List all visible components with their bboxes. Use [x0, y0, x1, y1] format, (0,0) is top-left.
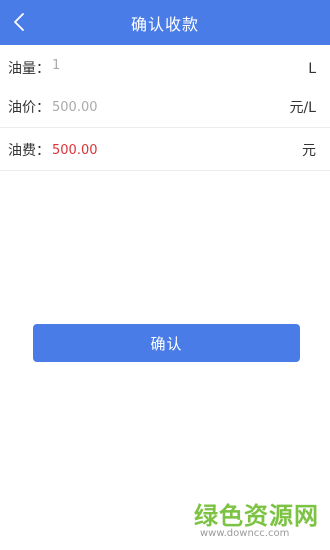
cost-value: 500.00 — [52, 143, 98, 158]
volume-row: 油量： 1 L — [0, 49, 330, 89]
price-value: 500.00 — [52, 100, 98, 115]
app-header: 确认收款 — [0, 0, 330, 45]
cost-unit: 元 — [302, 143, 316, 159]
volume-unit: L — [308, 61, 316, 77]
volume-label: 油量： — [8, 61, 50, 77]
watermark-url: www.downcc.com — [200, 528, 290, 539]
price-unit: 元/L — [289, 100, 316, 116]
confirm-button[interactable]: 确认 — [33, 324, 300, 362]
back-button[interactable] — [4, 6, 34, 38]
price-label: 油价： — [8, 100, 50, 116]
chevron-left-icon — [14, 13, 24, 31]
price-row: 油价： 500.00 元/L — [0, 88, 330, 128]
cost-row: 油费： 500.00 元 — [0, 131, 330, 171]
watermark-logo: 绿色资源网 — [194, 502, 319, 530]
volume-input[interactable]: 1 — [52, 49, 60, 83]
page-title: 确认收款 — [130, 14, 199, 34]
cost-label: 油费： — [8, 143, 50, 159]
